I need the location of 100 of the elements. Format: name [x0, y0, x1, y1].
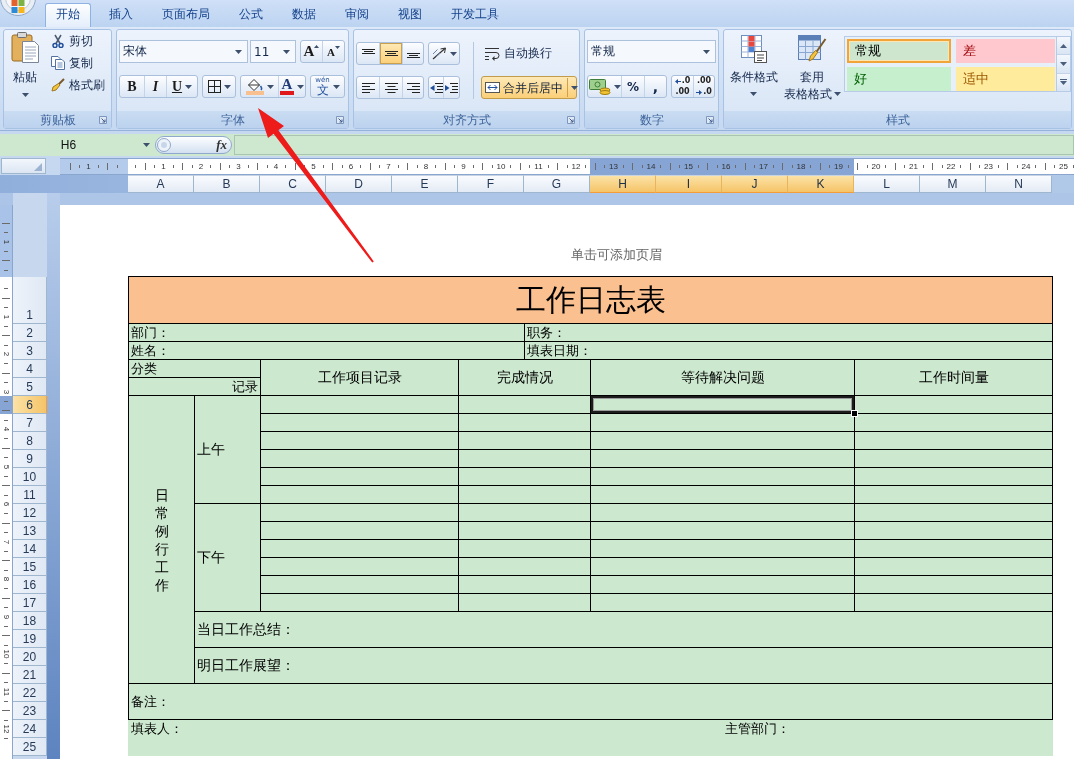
row-header[interactable]: 14 — [13, 540, 47, 558]
conditional-formatting-button[interactable]: 条件格式 — [727, 33, 780, 111]
row-header[interactable]: 19 — [13, 630, 47, 648]
number-format-dropdown[interactable]: 常规 — [587, 40, 716, 63]
increase-decimal-button[interactable]: .0 .00 — [672, 76, 694, 97]
table-cell: 记录 — [129, 378, 261, 396]
cell-style-option[interactable]: 差 — [956, 39, 1055, 63]
row-header[interactable]: 5 — [13, 378, 47, 396]
column-header[interactable]: E — [392, 175, 458, 193]
row-header[interactable]: 4 — [13, 360, 47, 378]
ribbon-tab[interactable]: 页面布局 — [151, 3, 221, 27]
decrease-indent-button[interactable] — [429, 77, 444, 98]
ruler-number: 6 — [2, 501, 10, 507]
row-header[interactable]: 23 — [13, 702, 47, 720]
copy-icon — [51, 56, 65, 70]
cell-style-option[interactable]: 常规 — [847, 39, 951, 63]
launcher-icon[interactable] — [336, 115, 344, 124]
table-cell: 姓名： — [129, 342, 525, 360]
row-header[interactable]: 9 — [13, 450, 47, 468]
clipboard-icon — [11, 32, 39, 63]
shrink-font-button[interactable]: A — [323, 41, 344, 62]
column-header[interactable]: N — [986, 175, 1052, 193]
launcher-icon[interactable] — [567, 115, 575, 124]
bold-button[interactable]: B — [120, 76, 145, 97]
triangle-icon — [34, 163, 42, 171]
column-header[interactable]: M — [920, 175, 986, 193]
row-header[interactable]: 6 — [13, 396, 47, 414]
insert-function-button[interactable]: fx — [216, 137, 227, 153]
group-label: 对齐方式 — [442, 112, 491, 127]
fill-handle[interactable] — [851, 410, 858, 417]
ribbon-tab[interactable]: 插入 — [98, 3, 144, 27]
formula-input[interactable] — [234, 135, 1074, 155]
ribbon-tab[interactable]: 开发工具 — [440, 3, 510, 27]
format-painter-button[interactable]: 格式刷 — [49, 74, 107, 96]
row-header[interactable]: 17 — [13, 594, 47, 612]
ruler-number: 14 — [646, 162, 656, 171]
row-header[interactable]: 2 — [13, 324, 47, 342]
column-header[interactable]: G — [524, 175, 590, 193]
comma-button[interactable]: , — [645, 76, 666, 97]
scroll-down-button[interactable] — [1057, 55, 1070, 74]
paste-button[interactable]: 粘贴 — [5, 30, 45, 108]
ribbon-tab[interactable]: 数据 — [281, 3, 327, 27]
cell-style-option[interactable]: 适中 — [956, 67, 1055, 91]
format-as-table-button[interactable]: 套用 表格格式 — [782, 33, 842, 111]
table-header-cell: 完成情况 — [459, 360, 591, 396]
row-header[interactable]: 15 — [13, 558, 47, 576]
column-header[interactable]: I — [656, 175, 722, 193]
cut-button[interactable]: 剪切 — [49, 30, 107, 52]
column-header[interactable]: C — [260, 175, 326, 193]
row-header[interactable]: 11 — [13, 486, 47, 504]
header-placeholder[interactable]: 单击可添加页眉 — [571, 247, 662, 263]
ribbon-tab[interactable]: 审阅 — [334, 3, 380, 27]
row-header[interactable]: 3 — [13, 342, 47, 360]
ruler-number: 8 — [2, 576, 10, 582]
column-header[interactable]: L — [854, 175, 920, 193]
row-header[interactable]: 12 — [13, 504, 47, 522]
accounting-format-button[interactable] — [588, 76, 622, 97]
row-header[interactable]: 7 — [13, 414, 47, 432]
underline-button[interactable]: U — [167, 76, 197, 97]
align-middle-button[interactable] — [380, 43, 403, 64]
row-header[interactable]: 22 — [13, 684, 47, 702]
row-header[interactable]: 10 — [13, 468, 47, 486]
column-header[interactable]: D — [326, 175, 392, 193]
column-header[interactable]: K — [788, 175, 854, 193]
column-header[interactable]: H — [590, 175, 656, 193]
row-header[interactable]: 25 — [13, 738, 47, 756]
column-header[interactable]: A — [128, 175, 194, 193]
wrap-text-button[interactable]: 自动换行 — [481, 42, 555, 65]
ribbon-tab[interactable]: 公式 — [228, 3, 274, 27]
font-size-dropdown[interactable]: 11 — [250, 40, 296, 63]
launcher-icon[interactable] — [706, 115, 714, 124]
ribbon-tab[interactable]: 开始 — [45, 3, 91, 27]
launcher-icon[interactable] — [99, 115, 107, 124]
merge-center-button[interactable]: 合并后居中 — [481, 76, 577, 99]
row-header[interactable]: 24 — [13, 720, 47, 738]
font-name-dropdown[interactable]: 宋体 — [119, 40, 248, 63]
percent-button[interactable]: % — [622, 76, 645, 97]
scroll-up-button[interactable] — [1057, 37, 1070, 56]
row-header[interactable]: 21 — [13, 666, 47, 684]
table-cell: 分类 — [129, 360, 261, 378]
app-menu-button[interactable] — [0, 0, 36, 18]
ruler-number: 10 — [496, 162, 506, 171]
copy-button[interactable]: 复制 — [49, 52, 107, 74]
align-left-icon — [361, 82, 375, 93]
table-cell: 明日工作展望： — [195, 648, 1053, 684]
ribbon-tab[interactable]: 视图 — [387, 3, 433, 27]
row-header[interactable]: 16 — [13, 576, 47, 594]
column-header[interactable]: J — [722, 175, 788, 193]
row-header[interactable]: 20 — [13, 648, 47, 666]
column-header[interactable]: F — [458, 175, 524, 193]
grow-font-button[interactable]: A — [301, 41, 323, 62]
row-header[interactable]: 13 — [13, 522, 47, 540]
decrease-decimal-button[interactable]: .00 .0 — [694, 76, 714, 97]
cell-style-option[interactable]: 好 — [847, 67, 951, 91]
column-header[interactable]: B — [194, 175, 260, 193]
row-header[interactable]: 8 — [13, 432, 47, 450]
row-header[interactable]: 1 — [13, 277, 47, 324]
row-header[interactable]: 18 — [13, 612, 47, 630]
italic-button[interactable]: I — [145, 76, 167, 97]
name-box[interactable]: H6 — [0, 135, 137, 155]
